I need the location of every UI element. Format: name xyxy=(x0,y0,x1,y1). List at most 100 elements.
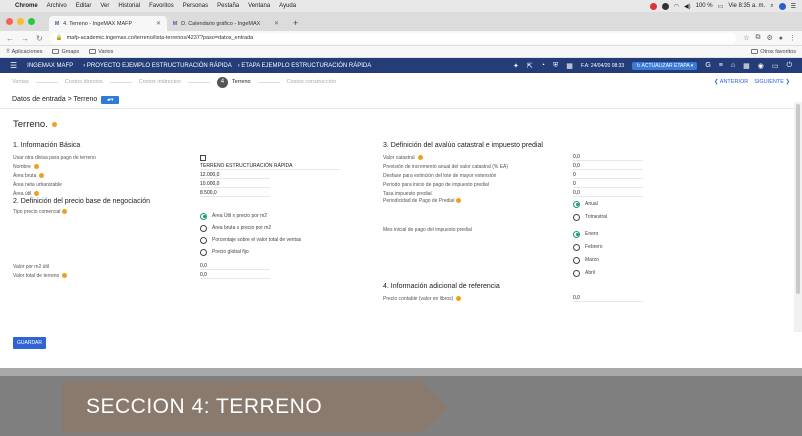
radio-icon xyxy=(573,230,580,238)
list-icon[interactable]: ≡ xyxy=(719,62,723,69)
menu-ver[interactable]: Ver xyxy=(100,3,109,9)
menu-app-name[interactable]: Chrome xyxy=(15,3,38,9)
previous-link[interactable]: ❮ ANTERIOR xyxy=(714,79,748,85)
useful-area-field[interactable]: 8.500,0 xyxy=(200,190,270,197)
periodicity-annual[interactable]: Anual xyxy=(573,200,607,208)
month-febrero[interactable]: Febrero xyxy=(573,243,603,251)
save-button[interactable]: GUARDAR xyxy=(13,337,47,349)
folder-menu-button[interactable]: ▰▾ xyxy=(101,95,120,104)
url-text: mafp-academic.ingemax.co/terreno/lista-t… xyxy=(66,35,254,41)
periodicity-group: Periodicidad de Pago de Predial Anual Tr… xyxy=(383,198,608,221)
shield-icon[interactable]: ⛨ xyxy=(553,62,558,70)
url-field[interactable]: 🔒 mafp-academic.ingemax.co/terreno/lista… xyxy=(49,32,737,44)
total-value-field[interactable]: 0,0 xyxy=(200,272,270,279)
siri-icon[interactable] xyxy=(778,2,786,10)
cadastral-field[interactable]: 0,0 xyxy=(573,154,643,161)
menu-list-icon[interactable]: ☰ xyxy=(791,3,796,10)
new-tab-button[interactable]: + xyxy=(293,16,298,31)
maximize-window-icon[interactable] xyxy=(28,18,35,25)
info-icon xyxy=(39,173,45,178)
price-option-percentage[interactable]: Porcentaje sobre el valor total de venta… xyxy=(200,236,301,244)
breadcrumb-stage[interactable]: › ETAPA EJEMPLO ESTRUCTURACIÓN RÁPIDA xyxy=(238,63,371,69)
folder-icon xyxy=(89,48,97,54)
clock[interactable]: Vie 8:35 a. m. xyxy=(728,3,765,9)
logout-icon[interactable]: ⏻ xyxy=(786,62,792,70)
external-link-icon[interactable]: ⇱ xyxy=(527,62,533,70)
step-costos-construccion[interactable]: Costos construcción xyxy=(287,79,337,85)
periodicity-quarterly[interactable]: Trimestral xyxy=(573,213,607,221)
pin-icon[interactable]: ✦ xyxy=(513,62,519,70)
net-area-field[interactable]: 10.000,0 xyxy=(200,181,270,188)
other-currency-checkbox[interactable] xyxy=(200,154,206,161)
increment-field[interactable]: 0,0 xyxy=(573,163,643,170)
step-costos-directos[interactable]: Costos directos xyxy=(65,79,103,85)
next-link[interactable]: SIGUIENTE ❯ xyxy=(754,79,790,85)
step-terreno[interactable]: 4 Terreno xyxy=(216,76,251,88)
window-controls xyxy=(6,12,35,31)
volume-icon[interactable]: ◀) xyxy=(684,3,691,10)
monitor-icon[interactable]: ▭ xyxy=(772,62,779,70)
bookmark-varios[interactable]: Varios xyxy=(89,49,113,55)
menu-editar[interactable]: Editar xyxy=(76,3,92,9)
menu-ventana[interactable]: Ventana xyxy=(248,3,270,9)
info-icon[interactable] xyxy=(51,122,57,127)
grid-icon[interactable]: ▦ xyxy=(743,62,750,70)
tax-rate-field[interactable]: 0,0 xyxy=(573,190,643,197)
search-icon[interactable]: ⌕ xyxy=(770,3,773,10)
back-icon[interactable]: ← xyxy=(6,34,14,43)
menu-historial[interactable]: Historial xyxy=(118,3,140,9)
section-cadastral: 3. Definición del avalúo catastral e imp… xyxy=(383,142,543,149)
close-tab-icon[interactable]: ✕ xyxy=(156,20,161,27)
reload-icon[interactable]: ↻ xyxy=(36,34,43,43)
extension-icon[interactable]: ⧉ xyxy=(755,34,760,42)
calendar-icon[interactable]: ▦ xyxy=(566,62,573,70)
bookmark-other[interactable]: Otros favoritos xyxy=(751,49,796,55)
hamburger-menu-icon[interactable]: ☰ xyxy=(10,61,17,70)
update-stage-button[interactable]: ↻ ACTUALIZAR ETAPA ▾ xyxy=(632,61,698,70)
battery-icon[interactable]: ▭ xyxy=(718,3,724,10)
step-ventas[interactable]: Ventas xyxy=(12,79,29,85)
tab-title: 4. Terreno - IngeMAX MAFP xyxy=(63,20,133,27)
browser-tab-calendario[interactable]: M D. Calendario gráfico - IngeMAX ✕ xyxy=(167,16,285,31)
paid-price-field[interactable]: 0,0 xyxy=(573,295,643,302)
name-field[interactable]: TERRENO ESTRUCTURACIÓN RÁPIDA xyxy=(200,163,340,170)
record-icon[interactable] xyxy=(649,2,657,10)
month-marzo[interactable]: Marzo xyxy=(573,256,603,264)
menu-personas[interactable]: Personas xyxy=(183,3,208,9)
tray-app-icon[interactable] xyxy=(661,2,669,10)
shift-field[interactable]: 0 xyxy=(573,172,643,179)
browser-tab-terreno[interactable]: M 4. Terreno - IngeMAX MAFP ✕ xyxy=(49,16,167,31)
menu-ayuda[interactable]: Ayuda xyxy=(279,3,296,9)
google-icon[interactable]: G xyxy=(705,62,710,69)
breadcrumb-project[interactable]: › PROYECTO EJEMPLO ESTRUCTURACIÓN RÁPIDA xyxy=(83,63,232,69)
puzzle-icon[interactable]: ⚙ xyxy=(766,34,772,42)
row-shift: Desfase para extinción del lote de mayor… xyxy=(383,171,783,180)
forward-icon[interactable]: → xyxy=(21,34,29,43)
price-option-useful-area[interactable]: Área Útil x precio por m2 xyxy=(200,212,301,220)
gross-area-field[interactable]: 12.000,0 xyxy=(200,172,270,179)
minimize-window-icon[interactable] xyxy=(17,18,24,25)
bookmark-apps[interactable]: ⠿ Aplicaciones xyxy=(6,49,42,55)
menu-archivo[interactable]: Archivo xyxy=(47,3,67,9)
profile-icon[interactable]: ● xyxy=(779,35,783,42)
price-option-global[interactable]: Precio global fijo xyxy=(200,248,301,256)
close-tab-icon[interactable]: ✕ xyxy=(274,20,279,27)
month-enero[interactable]: Enero xyxy=(573,230,603,238)
start-period-field[interactable]: 0 xyxy=(573,181,643,188)
star-icon[interactable]: ☆ xyxy=(743,34,749,42)
step-costos-indirectos[interactable]: Costos indirectos xyxy=(139,79,181,85)
menu-pestana[interactable]: Pestaña xyxy=(217,3,239,9)
close-window-icon[interactable] xyxy=(6,18,13,25)
more-icon[interactable]: ⋮ xyxy=(789,34,796,42)
menu-favoritos[interactable]: Favoritos xyxy=(149,3,174,9)
app-brand[interactable]: INGEMAX MAFP xyxy=(27,63,73,69)
bookmark-gmaps[interactable]: Gmaps xyxy=(52,49,79,55)
price-option-gross-area[interactable]: Área bruta x precio por m2 xyxy=(200,224,301,232)
page-scrollbar[interactable] xyxy=(794,102,802,332)
clock-icon[interactable]: ◔ xyxy=(541,62,545,69)
price-m2-field[interactable]: 0,0 xyxy=(200,263,270,270)
month-abril[interactable]: Abril xyxy=(573,269,603,277)
wifi-icon[interactable]: ◠ xyxy=(674,3,679,10)
eye-icon[interactable]: ◉ xyxy=(758,62,764,70)
home-icon[interactable]: ⌂ xyxy=(731,62,735,69)
